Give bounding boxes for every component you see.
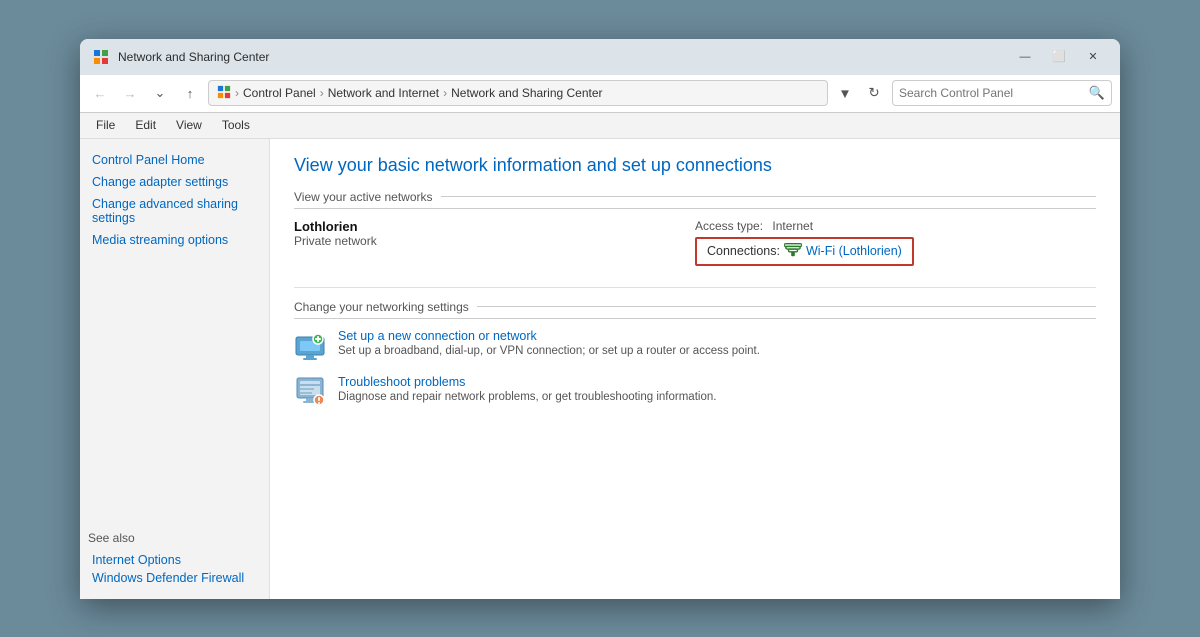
- troubleshoot-icon: [294, 375, 326, 407]
- sidebar-control-panel-home[interactable]: Control Panel Home: [88, 151, 261, 169]
- search-input[interactable]: [899, 86, 1085, 100]
- window-title: Network and Sharing Center: [118, 50, 1002, 64]
- connections-box: Connections: Wi-Fi (Lothlorien): [695, 237, 914, 266]
- path-dropdown-button[interactable]: ▼: [834, 81, 856, 105]
- minimize-button[interactable]: —: [1010, 47, 1040, 67]
- path-segment-1: Control Panel: [243, 86, 316, 100]
- network-type: Private network: [294, 234, 695, 248]
- networking-settings-header: Change your networking settings: [294, 300, 1096, 319]
- network-info-grid: Lothlorien Private network Access type: …: [294, 219, 1096, 269]
- troubleshoot-title[interactable]: Troubleshoot problems: [338, 375, 716, 389]
- close-button[interactable]: ✕: [1078, 47, 1108, 67]
- network-left: Lothlorien Private network: [294, 219, 695, 269]
- network-name: Lothlorien: [294, 219, 695, 234]
- new-connection-icon: [294, 329, 326, 361]
- network-sharing-window: Network and Sharing Center — ⬜ ✕ ← → ⌄ ↑…: [80, 39, 1120, 599]
- sidebar-windows-defender[interactable]: Windows Defender Firewall: [88, 569, 261, 587]
- recent-locations-button[interactable]: ⌄: [148, 81, 172, 105]
- troubleshoot-desc: Diagnose and repair network problems, or…: [338, 391, 716, 403]
- address-path[interactable]: › Control Panel › Network and Internet ›…: [208, 80, 828, 106]
- new-connection-desc: Set up a broadband, dial-up, or VPN conn…: [338, 345, 760, 357]
- sidebar-change-adapter[interactable]: Change adapter settings: [88, 173, 261, 191]
- main-content: View your basic network information and …: [270, 139, 1120, 599]
- divider: [294, 287, 1096, 288]
- path-separator-2: ›: [320, 86, 324, 100]
- search-box: 🔍: [892, 80, 1112, 106]
- sidebar-see-also: See also Internet Options Windows Defend…: [88, 531, 261, 587]
- title-bar: Network and Sharing Center — ⬜ ✕: [80, 39, 1120, 75]
- window-icon: [92, 48, 110, 66]
- wifi-signal-icon: [784, 243, 802, 260]
- access-type-value: Internet: [772, 219, 813, 233]
- forward-button[interactable]: →: [118, 81, 142, 105]
- menu-view[interactable]: View: [168, 116, 210, 134]
- network-right: Access type: Internet Connections:: [695, 219, 1096, 269]
- path-segment-3: Network and Sharing Center: [451, 86, 602, 100]
- settings-item-new-connection: Set up a new connection or network Set u…: [294, 329, 1096, 361]
- settings-section: Set up a new connection or network Set u…: [294, 329, 1096, 407]
- wifi-connection-link[interactable]: Wi-Fi (Lothlorien): [806, 244, 902, 258]
- address-bar: ← → ⌄ ↑ › Control Panel › Network and In…: [80, 75, 1120, 113]
- see-also-label: See also: [88, 531, 261, 545]
- access-type-label: Access type:: [695, 219, 763, 233]
- menu-tools[interactable]: Tools: [214, 116, 258, 134]
- sidebar-change-advanced-sharing[interactable]: Change advanced sharing settings: [88, 195, 261, 227]
- new-connection-title[interactable]: Set up a new connection or network: [338, 329, 760, 343]
- menu-bar: File Edit View Tools: [80, 113, 1120, 139]
- up-button[interactable]: ↑: [178, 81, 202, 105]
- content-area: Control Panel Home Change adapter settin…: [80, 139, 1120, 599]
- sidebar-internet-options[interactable]: Internet Options: [88, 551, 261, 569]
- path-separator-3: ›: [443, 86, 447, 100]
- connections-label: Connections:: [707, 244, 780, 258]
- refresh-button[interactable]: ↻: [862, 81, 886, 105]
- window-controls: — ⬜ ✕: [1010, 47, 1108, 67]
- new-connection-text: Set up a new connection or network Set u…: [338, 329, 760, 357]
- windows-logo-icon: [217, 85, 231, 102]
- path-segment-2: Network and Internet: [328, 86, 439, 100]
- settings-item-troubleshoot: Troubleshoot problems Diagnose and repai…: [294, 375, 1096, 407]
- page-title: View your basic network information and …: [294, 155, 1096, 176]
- troubleshoot-text: Troubleshoot problems Diagnose and repai…: [338, 375, 716, 403]
- active-networks-header: View your active networks: [294, 190, 1096, 209]
- maximize-button[interactable]: ⬜: [1044, 47, 1074, 67]
- back-button[interactable]: ←: [88, 81, 112, 105]
- sidebar-media-streaming[interactable]: Media streaming options: [88, 231, 261, 249]
- path-separator-1: ›: [235, 86, 239, 100]
- menu-file[interactable]: File: [88, 116, 123, 134]
- access-type: Access type: Internet: [695, 219, 1096, 233]
- sidebar: Control Panel Home Change adapter settin…: [80, 139, 270, 599]
- search-icon[interactable]: 🔍: [1089, 85, 1105, 101]
- menu-edit[interactable]: Edit: [127, 116, 164, 134]
